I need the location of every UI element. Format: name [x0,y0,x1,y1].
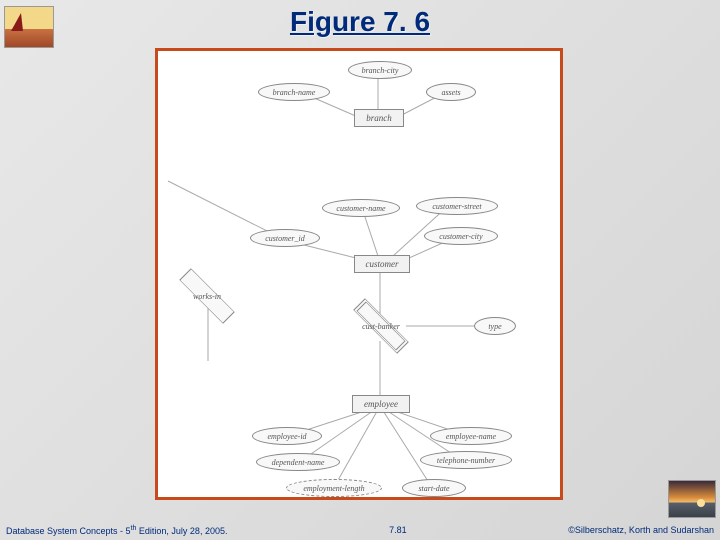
entity-customer: customer [354,255,410,273]
attr-customer-street: customer-street [416,197,498,215]
er-diagram-frame: branch-city branch-name assets branch cu… [155,48,563,500]
attr-telephone-number: telephone-number [420,451,512,469]
attr-branch-city: branch-city [348,61,412,79]
attr-customer-name: customer-name [322,199,400,217]
logo-sunset [668,480,716,518]
attr-employee-id: employee-id [252,427,322,445]
attr-assets: assets [426,83,476,101]
footer-left: Database System Concepts - 5th Edition, … [6,525,227,536]
logo-sailboat [4,6,54,48]
attr-customer-city: customer-city [424,227,498,245]
footer-center: 7.81 [389,525,407,535]
entity-branch: branch [354,109,404,127]
rel-cust-banker: cust-banker [350,311,412,341]
attr-type: type [474,317,516,335]
entity-employee: employee [352,395,410,413]
slide-title: Figure 7. 6 [0,0,720,38]
footer-bar: Database System Concepts - 5th Edition, … [0,520,720,540]
attr-employee-name: employee-name [430,427,512,445]
attr-employment-length: employment-length [286,479,382,497]
attr-branch-name: branch-name [258,83,330,101]
attr-dependent-name: dependent-name [256,453,340,471]
rel-works-in: works-in [176,281,238,311]
attr-start-date: start-date [402,479,466,497]
attr-customer-id: customer_id [250,229,320,247]
footer-right: ©Silberschatz, Korth and Sudarshan [568,525,714,535]
